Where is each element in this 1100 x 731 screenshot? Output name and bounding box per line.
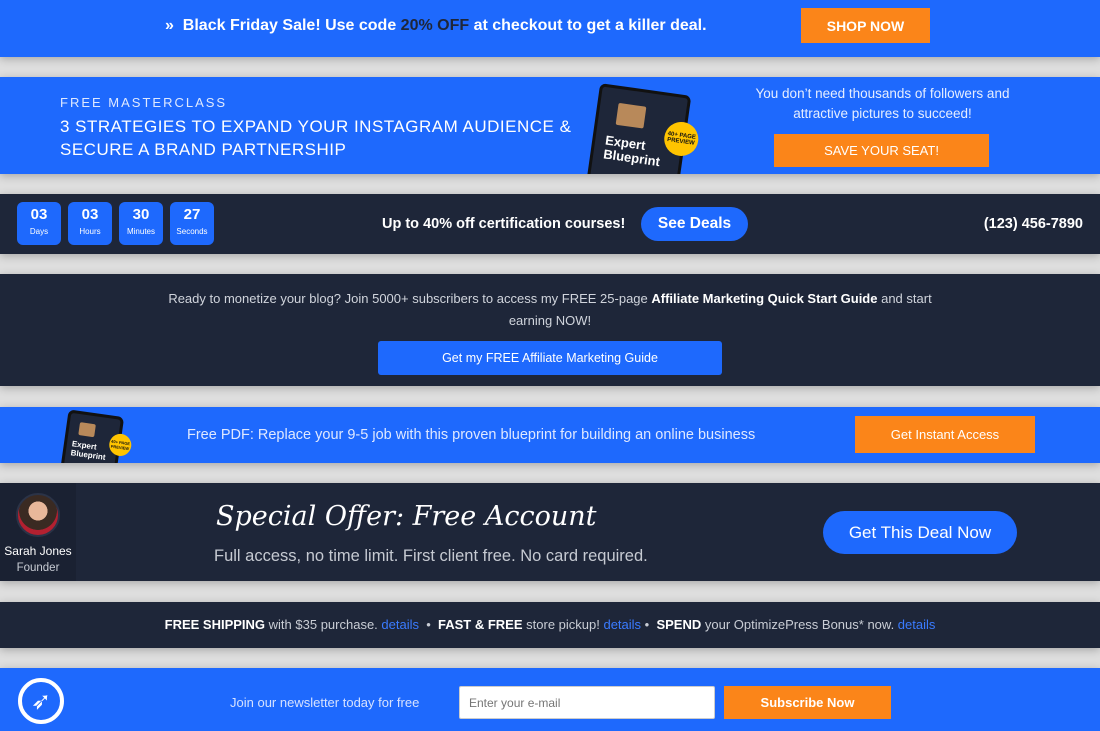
shop-now-button[interactable]: SHOP NOW	[801, 8, 930, 43]
affiliate-bar: Ready to monetize your blog? Join 5000+ …	[0, 274, 1100, 386]
profile-name: Sarah Jones	[4, 544, 72, 558]
newsletter-text: Join our newsletter today for free	[230, 695, 420, 710]
countdown-days: 03 Days	[17, 202, 61, 245]
offer-title: Special Offer: Free Account	[216, 501, 597, 532]
profile-role: Founder	[16, 562, 60, 574]
double-chevron-right-icon: »	[165, 17, 174, 34]
details-link[interactable]: details	[898, 617, 936, 632]
countdown-seconds: 27 Seconds	[170, 202, 214, 245]
free-pdf-text: Free PDF: Replace your 9-5 job with this…	[187, 427, 756, 443]
kicker: FREE MASTERCLASS	[60, 95, 228, 110]
newsletter-bar: ➶ Join our newsletter today for free Sub…	[0, 668, 1100, 731]
special-offer-bar: Sarah Jones Founder Special Offer: Free …	[0, 483, 1100, 581]
see-deals-button[interactable]: See Deals	[641, 207, 748, 241]
book-image: 40+ PAGE PREVIEW Expert Blueprint	[584, 83, 701, 174]
shipping-bar: FREE SHIPPING with $35 purchase. details…	[0, 602, 1100, 648]
save-seat-button[interactable]: SAVE YOUR SEAT!	[774, 134, 989, 167]
details-link[interactable]: details	[603, 617, 641, 632]
countdown-message: Up to 40% off certification courses!	[382, 216, 626, 232]
countdown-minutes: 30 Minutes	[119, 202, 163, 245]
free-pdf-bar: 40+ PAGE PREVIEW Expert Blueprint Free PD…	[0, 407, 1100, 463]
email-input[interactable]	[459, 686, 715, 719]
get-deal-button[interactable]: Get This Deal Now	[823, 511, 1017, 554]
get-guide-button[interactable]: Get my FREE Affiliate Marketing Guide	[378, 341, 722, 375]
rocket-icon: ➶	[18, 678, 64, 724]
promo-code: 20% OFF	[400, 17, 470, 34]
subscribe-button[interactable]: Subscribe Now	[724, 686, 891, 719]
black-friday-bar: » Black Friday Sale! Use code 20% OFF at…	[0, 0, 1100, 57]
details-link[interactable]: details	[381, 617, 419, 632]
get-instant-access-button[interactable]: Get Instant Access	[855, 416, 1035, 453]
headline: 3 STRATEGIES TO EXPAND YOUR INSTAGRAM AU…	[60, 117, 572, 159]
profile: Sarah Jones Founder	[0, 483, 76, 581]
offer-subtitle: Full access, no time limit. First client…	[214, 547, 648, 565]
masterclass-bar: FREE MASTERCLASS 3 STRATEGIES TO EXPAND …	[0, 77, 1100, 174]
countdown-bar: 03 Days 03 Hours 30 Minutes 27 Seconds Up to…	[0, 194, 1100, 254]
avatar	[16, 493, 60, 537]
phone-number[interactable]: (123) 456-7890	[984, 216, 1083, 232]
side-text: You don’t need thousands of followers an…	[755, 86, 1010, 121]
book-image: 40+ PAGE PREVIEW Expert Blueprint	[59, 409, 133, 463]
countdown-hours: 03 Hours	[68, 202, 112, 245]
